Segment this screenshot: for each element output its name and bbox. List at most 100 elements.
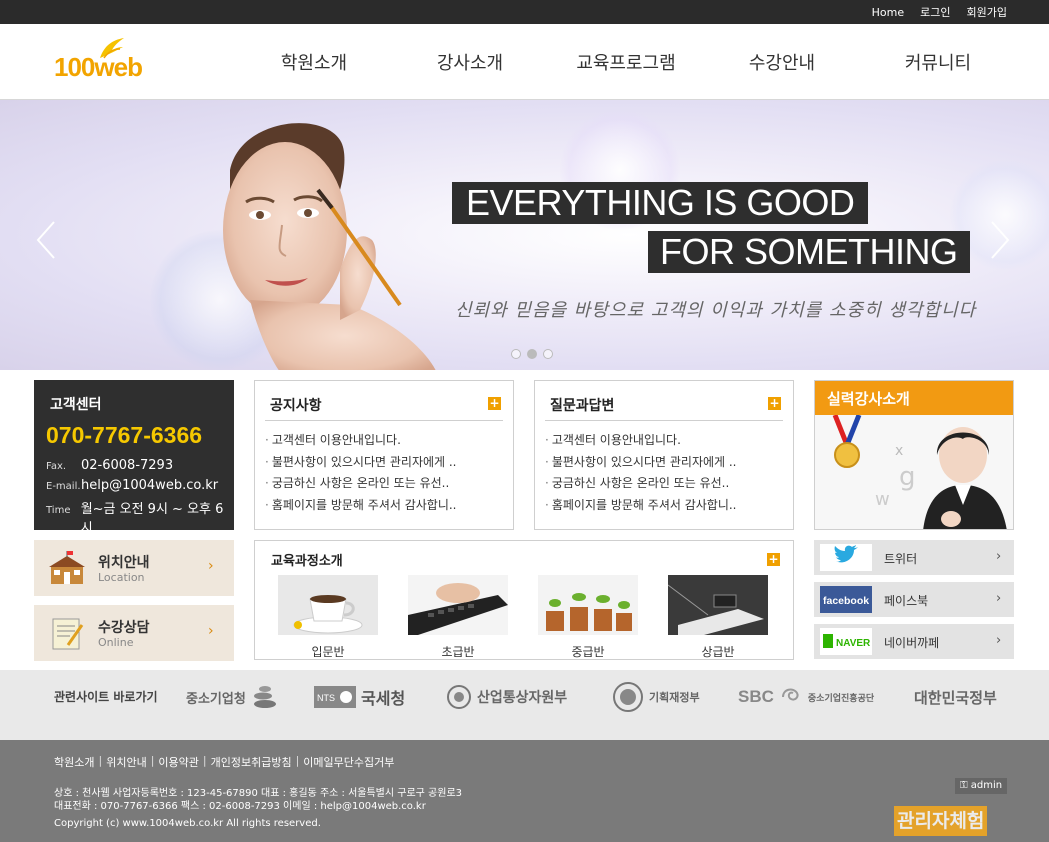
notice-item[interactable]: 궁금하신 사항은 온라인 또는 유선.. <box>265 474 457 496</box>
notice-item[interactable]: 홈페이지를 방문해 주셔서 감사합니.. <box>265 496 457 518</box>
partner-motie[interactable]: 산업통상자원부 <box>446 682 567 712</box>
admin-label: admin <box>970 780 1003 791</box>
slide-dot-1[interactable] <box>511 349 521 359</box>
program-beginner[interactable]: 입문반 <box>278 575 378 660</box>
business-hours: 월~금 오전 9시 ~ 오후 6시 <box>80 502 224 536</box>
chevron-right-icon: › <box>996 549 1002 564</box>
partner-sbc[interactable]: SBC 중소기업진흥공단 <box>738 682 874 712</box>
slide-dot-3[interactable] <box>543 349 553 359</box>
footer-link-no-email[interactable]: 이메일무단수집거부 <box>303 754 394 770</box>
footer-separator: | <box>295 754 300 767</box>
home-link[interactable]: Home <box>872 6 904 19</box>
partner-nts[interactable]: NTS 국세청 <box>314 682 405 712</box>
nav-teachers[interactable]: 강사소개 <box>392 24 548 100</box>
partner-motie-name: 산업통상자원부 <box>477 690 568 706</box>
qna-item[interactable]: 홈페이지를 방문해 주셔서 감사합니.. <box>545 496 737 518</box>
footer: 학원소개 | 위치안내 | 이용약관 | 개인정보취급방침 | 이메일무단수집거… <box>0 740 1049 842</box>
notice-more-icon[interactable]: + <box>488 397 501 410</box>
footer-link-terms[interactable]: 이용약관 <box>158 754 198 770</box>
qna-more-icon[interactable]: + <box>768 397 781 410</box>
customer-center-title: 고객센터 <box>50 397 102 413</box>
chevron-right-icon: › <box>996 591 1002 606</box>
desk-phone-image <box>667 575 768 635</box>
slide-dots <box>511 349 553 359</box>
sbc-swirl-icon <box>781 688 799 701</box>
partner-nts-name: 국세청 <box>361 689 406 708</box>
footer-link-privacy[interactable]: 개인정보취급방침 <box>211 754 292 770</box>
svg-text:x: x <box>895 443 903 459</box>
wing-icon <box>100 38 124 59</box>
notice-item[interactable]: 불편사항이 있으시다면 관리자에게 .. <box>265 453 457 475</box>
contact-info: 대표전화 : 070-7767-6366 팩스 : 02-6008-7293 이… <box>54 801 426 812</box>
footer-link-about[interactable]: 학원소개 <box>54 754 94 770</box>
email-label: E-mail. <box>46 481 81 492</box>
teacher-intro-banner[interactable]: 실력강사소개 x g w <box>814 380 1014 530</box>
twitter-link[interactable]: 트위터 › <box>814 540 1014 575</box>
admin-button[interactable]: ⚿ admin <box>955 778 1008 794</box>
slide-next-icon[interactable] <box>990 220 1010 260</box>
partner-mosf[interactable]: 기획재정부 <box>612 682 700 712</box>
partner-smba[interactable]: 중소기업청 <box>186 682 277 712</box>
related-sites-title: 관련사이트 바로가기 <box>54 690 158 704</box>
program-advanced[interactable]: 상급반 <box>667 575 768 660</box>
chevron-right-icon: › <box>996 633 1002 648</box>
hero-banner: EVERYTHING IS GOOD FOR SOMETHING 신뢰와 믿음을… <box>0 100 1049 370</box>
top-links: Home 로그인 회원가입 <box>872 0 1007 24</box>
fax-label: Fax. <box>46 461 67 472</box>
slide-prev-icon[interactable] <box>36 220 56 260</box>
login-link[interactable]: 로그인 <box>920 4 950 20</box>
qna-item[interactable]: 궁금하신 사항은 온라인 또는 유선.. <box>545 474 737 496</box>
footer-separator: | <box>202 754 207 767</box>
footer-separator: | <box>98 754 103 767</box>
partner-mosf-name: 기획재정부 <box>649 691 700 704</box>
qna-item[interactable]: 불편사항이 있으시다면 관리자에게 .. <box>545 453 737 475</box>
qna-list: 고객센터 이용안내입니다. 불편사항이 있으시다면 관리자에게 .. 궁금하신 … <box>545 431 737 517</box>
partner-smba-name: 중소기업청 <box>186 691 246 707</box>
partner-sbc-text: SBC <box>738 687 774 706</box>
chevron-right-icon: › <box>208 558 214 574</box>
naver-wordmark: NAVER <box>836 638 871 649</box>
top-bar: Home 로그인 회원가입 <box>0 0 1049 24</box>
education-more-icon[interactable]: + <box>767 553 780 566</box>
twitter-label: 트위터 <box>884 552 918 566</box>
consult-subtitle: Online <box>98 636 134 649</box>
location-button[interactable]: 위치안내 Location › <box>34 540 234 596</box>
teacher-photo: x g w <box>815 415 1013 529</box>
slide-dot-2[interactable] <box>527 349 537 359</box>
header: 100 web 학원소개 강사소개 교육프로그램 수강안내 커뮤니티 <box>0 24 1049 100</box>
footer-link-location[interactable]: 위치안내 <box>106 754 146 770</box>
qna-board: 질문과답변 + 고객센터 이용안내입니다. 불편사항이 있으시다면 관리자에게 … <box>534 380 794 530</box>
copyright: Copyright (c) www.1004web.co.kr All righ… <box>54 818 321 829</box>
nav-guide[interactable]: 수강안내 <box>704 24 860 100</box>
signup-link[interactable]: 회원가입 <box>967 4 1007 20</box>
nav-about[interactable]: 학원소개 <box>236 24 392 100</box>
facebook-label: 페이스북 <box>884 594 929 608</box>
nav-community[interactable]: 커뮤니티 <box>860 24 1016 100</box>
teacher-intro-bar: 실력강사소개 <box>815 381 1013 415</box>
program-elementary[interactable]: 초급반 <box>408 575 508 660</box>
footer-links: 학원소개 | 위치안내 | 이용약관 | 개인정보취급방침 | 이메일무단수집거… <box>54 754 394 770</box>
facebook-link[interactable]: facebook 페이스북 › <box>814 582 1014 617</box>
qna-item[interactable]: 고객센터 이용안내입니다. <box>545 431 737 453</box>
naver-cafe-link[interactable]: NAVER 네이버까페 › <box>814 624 1014 659</box>
notice-header: 공지사항 + <box>265 391 503 421</box>
time-label: Time <box>46 505 71 516</box>
hero-slogan: 신뢰와 믿음을 바탕으로 고객의 이익과 가치를 소중히 생각합니다 <box>455 300 977 321</box>
nav-programs[interactable]: 교육프로그램 <box>548 24 704 100</box>
notice-list: 고객센터 이용안내입니다. 불편사항이 있으시다면 관리자에게 .. 궁금하신 … <box>265 431 457 517</box>
notice-item[interactable]: 고객센터 이용안내입니다. <box>265 431 457 453</box>
admin-trial-button[interactable]: 관리자체험 <box>894 806 988 836</box>
stones-icon <box>253 686 276 708</box>
program-intermediate[interactable]: 중급반 <box>538 575 638 660</box>
qna-title[interactable]: 질문과답변 <box>550 395 614 415</box>
education-programs: 교육과정소개 + 입문반 초급반 중급반 상급반 <box>254 540 794 660</box>
notice-title[interactable]: 공지사항 <box>270 395 322 415</box>
location-title: 위치안내 <box>98 555 150 571</box>
site-logo[interactable]: 100 web <box>54 36 166 82</box>
nts-text: NTS <box>317 693 335 703</box>
partner-korea-gov-name: 대한민국정부 <box>914 688 997 707</box>
teacher-intro-title: 실력강사소개 <box>827 390 910 408</box>
partner-korea-gov[interactable]: 대한민국정부 <box>914 682 997 712</box>
consult-button[interactable]: 수강상담 Online › <box>34 605 234 661</box>
education-title[interactable]: 교육과정소개 <box>271 550 343 569</box>
